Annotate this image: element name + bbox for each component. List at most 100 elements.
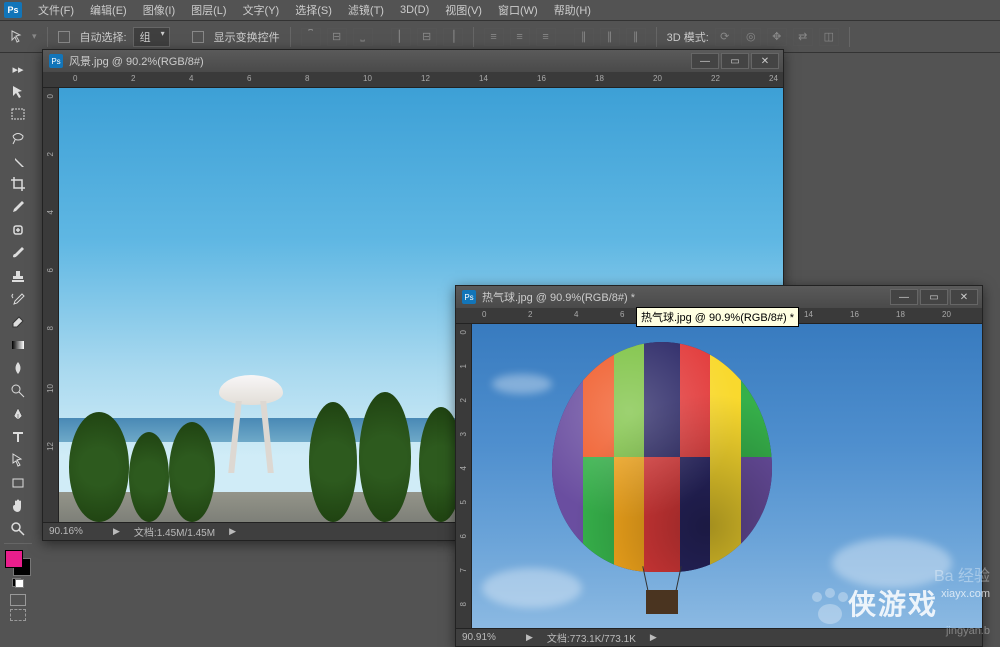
maximize-button[interactable]: ▭ — [721, 53, 749, 69]
default-colors-icon[interactable] — [12, 578, 24, 588]
ruler-tick: 3 — [459, 432, 468, 436]
hand-tool[interactable] — [4, 495, 32, 517]
ps-mini-icon: Ps — [49, 54, 63, 68]
history-brush-tool[interactable] — [4, 288, 32, 310]
auto-select-checkbox[interactable] — [58, 31, 70, 43]
dist-hmid-icon[interactable]: ∥ — [600, 28, 620, 46]
ruler-tick: 4 — [189, 74, 193, 83]
ruler-tick: 4 — [574, 310, 578, 319]
dodge-tool[interactable] — [4, 380, 32, 402]
ruler-tick: 8 — [305, 74, 309, 83]
menu-filter[interactable]: 滤镜(T) — [340, 0, 392, 20]
ruler-tick: 0 — [73, 74, 77, 83]
doc1-docsize[interactable]: 文档:1.45M/1.45M — [134, 524, 215, 539]
align-top-icon[interactable]: ⎴ — [301, 28, 321, 46]
maximize-button[interactable]: ▭ — [920, 289, 948, 305]
doc2-zoom[interactable]: 90.91% — [462, 632, 512, 643]
minimize-button[interactable]: — — [691, 53, 719, 69]
dist-bottom-icon[interactable]: ≡ — [536, 28, 556, 46]
menu-file[interactable]: 文件(F) — [30, 0, 82, 20]
dist-left-icon[interactable]: ∥ — [574, 28, 594, 46]
eyedropper-tool[interactable] — [4, 196, 32, 218]
align-vmid-icon[interactable]: ⊟ — [327, 28, 347, 46]
collapse-handle[interactable]: ▸▸ — [4, 58, 32, 80]
doc1-titlebar[interactable]: Ps 风景.jpg @ 90.2%(RGB/8#) — ▭ ✕ — [43, 50, 783, 72]
3d-pan-icon[interactable]: ✥ — [767, 28, 787, 46]
align-right-icon[interactable]: ⎥ — [443, 28, 463, 46]
menubar: Ps 文件(F) 编辑(E) 图像(I) 图层(L) 文字(Y) 选择(S) 滤… — [0, 0, 1000, 21]
color-swatch[interactable] — [5, 550, 31, 576]
heal-tool[interactable] — [4, 219, 32, 241]
menu-window[interactable]: 窗口(W) — [490, 0, 546, 20]
ruler-tick: 12 — [421, 74, 430, 83]
ruler-tick: 4 — [459, 466, 468, 470]
play-icon[interactable]: ▶ — [113, 526, 120, 537]
doc2-titlebar[interactable]: Ps 热气球.jpg @ 90.9%(RGB/8#) * — ▭ ✕ — [456, 286, 982, 308]
ruler-tick: 16 — [537, 74, 546, 83]
minimize-button[interactable]: — — [890, 289, 918, 305]
play-icon[interactable]: ▶ — [229, 526, 236, 537]
doc1-zoom[interactable]: 90.16% — [49, 526, 99, 537]
type-tool[interactable] — [4, 426, 32, 448]
menu-image[interactable]: 图像(I) — [135, 0, 183, 20]
blur-tool[interactable] — [4, 357, 32, 379]
menu-type[interactable]: 文字(Y) — [235, 0, 288, 20]
ruler-tick: 20 — [942, 310, 951, 319]
doc2-tooltip: 热气球.jpg @ 90.9%(RGB/8#) * — [636, 307, 799, 327]
show-transform-label: 显示变换控件 — [214, 29, 280, 45]
menu-view[interactable]: 视图(V) — [437, 0, 490, 20]
wand-tool[interactable] — [4, 150, 32, 172]
ruler-tick: 6 — [46, 268, 55, 272]
menu-edit[interactable]: 编辑(E) — [82, 0, 135, 20]
crop-tool[interactable] — [4, 173, 32, 195]
screenmode-icon[interactable] — [10, 609, 26, 621]
menu-help[interactable]: 帮助(H) — [546, 0, 599, 20]
3d-slide-icon[interactable]: ⇄ — [793, 28, 813, 46]
shape-tool[interactable] — [4, 472, 32, 494]
doc1-ruler-horizontal[interactable]: 0 2 4 6 8 10 12 14 16 18 20 22 24 — [43, 72, 783, 88]
auto-select-dropdown[interactable]: 组 — [133, 27, 170, 47]
menu-3d[interactable]: 3D(D) — [392, 2, 437, 18]
dist-top-icon[interactable]: ≡ — [484, 28, 504, 46]
ruler-tick: 24 — [769, 74, 778, 83]
dist-right-icon[interactable]: ∥ — [626, 28, 646, 46]
doc1-title: 风景.jpg @ 90.2%(RGB/8#) — [69, 53, 691, 69]
ruler-tick: 20 — [653, 74, 662, 83]
3d-scale-icon[interactable]: ◫ — [819, 28, 839, 46]
ruler-tick: 2 — [131, 74, 135, 83]
3d-orbit-icon[interactable]: ⟳ — [715, 28, 735, 46]
dist-vmid-icon[interactable]: ≡ — [510, 28, 530, 46]
foreground-color[interactable] — [5, 550, 23, 568]
3d-roll-icon[interactable]: ◎ — [741, 28, 761, 46]
doc2-title: 热气球.jpg @ 90.9%(RGB/8#) * — [482, 289, 890, 305]
align-left-icon[interactable]: ⎢ — [391, 28, 411, 46]
watermark: Ba 经验 侠游戏 xiayx.com jingyan.b — [848, 567, 990, 638]
menu-layer[interactable]: 图层(L) — [183, 0, 234, 20]
doc2-ruler-vertical[interactable]: 0 1 2 3 4 5 6 7 8 — [456, 324, 472, 628]
move-tool[interactable] — [4, 81, 32, 103]
doc1-ruler-vertical[interactable]: 0 2 4 6 8 10 12 — [43, 88, 59, 522]
divider — [47, 27, 48, 47]
marquee-tool[interactable] — [4, 104, 32, 126]
show-transform-checkbox[interactable] — [192, 31, 204, 43]
play-icon[interactable]: ▶ — [650, 632, 657, 643]
eraser-tool[interactable] — [4, 311, 32, 333]
brush-tool[interactable] — [4, 242, 32, 264]
stamp-tool[interactable] — [4, 265, 32, 287]
balloon-image — [552, 342, 772, 616]
play-icon[interactable]: ▶ — [526, 632, 533, 643]
ruler-tick: 14 — [804, 310, 813, 319]
ruler-tick: 8 — [459, 602, 468, 606]
quickmask-icon[interactable] — [10, 594, 26, 606]
close-button[interactable]: ✕ — [751, 53, 779, 69]
close-button[interactable]: ✕ — [950, 289, 978, 305]
pen-tool[interactable] — [4, 403, 32, 425]
gradient-tool[interactable] — [4, 334, 32, 356]
doc2-docsize[interactable]: 文档:773.1K/773.1K — [547, 630, 636, 645]
path-select-tool[interactable] — [4, 449, 32, 471]
align-hmid-icon[interactable]: ⊟ — [417, 28, 437, 46]
menu-select[interactable]: 选择(S) — [287, 0, 340, 20]
align-bottom-icon[interactable]: ⎵ — [353, 28, 373, 46]
zoom-tool[interactable] — [4, 518, 32, 540]
lasso-tool[interactable] — [4, 127, 32, 149]
